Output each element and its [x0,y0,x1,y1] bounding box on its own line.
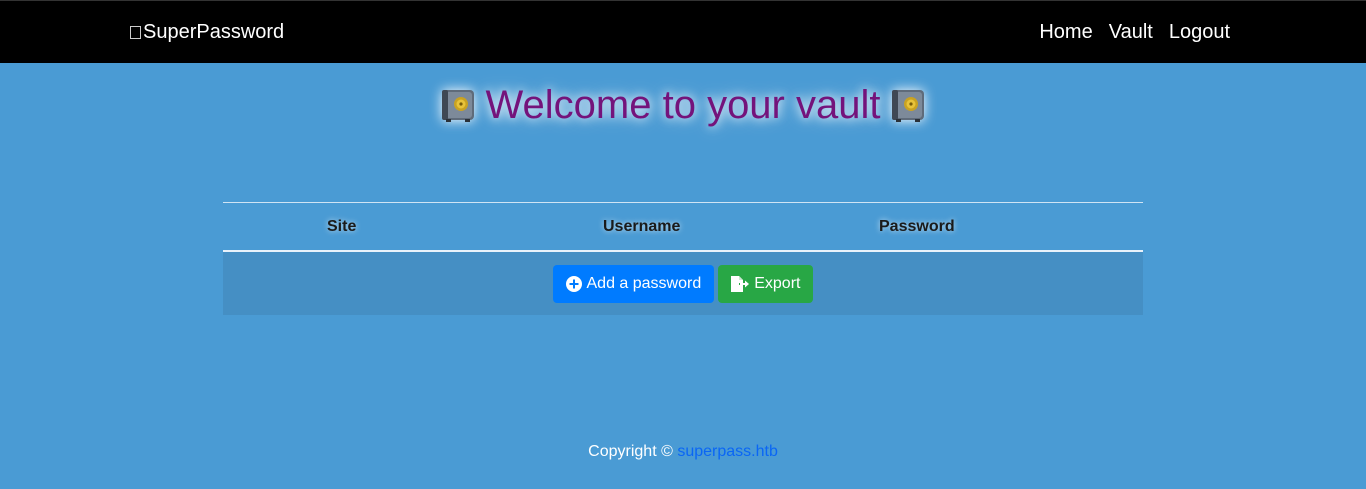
brand-link[interactable]: SuperPassword [130,20,284,44]
brand-label: SuperPassword [143,21,285,43]
nav-home[interactable]: Home [1039,20,1092,44]
table-row: Add a password Export [223,252,1143,315]
footer: Copyright © superpass.htb [0,443,1366,461]
column-header-site: Site [327,218,357,235]
missing-glyph-icon [130,25,141,39]
site-link[interactable]: superpass.htb [677,443,778,460]
export-label: Export [754,274,801,292]
add-password-label: Add a password [586,274,702,292]
table-header: Site Username Password [223,202,1143,252]
column-header-password: Password [879,218,955,235]
safe-icon [892,90,925,122]
file-export-icon [731,275,750,292]
page-title: Welcome to your vault [485,83,881,127]
column-header-username: Username [603,218,681,235]
nav-vault[interactable]: Vault [1109,20,1153,44]
vault-table: Site Username Password Add a password Ex… [223,202,1143,315]
copyright-text: Copyright © [588,443,673,460]
export-button[interactable]: Export [718,264,814,303]
add-password-button[interactable]: Add a password [552,264,715,303]
safe-icon [441,90,474,122]
plus-circle-icon [565,275,582,292]
navbar: SuperPassword Home Vault Logout [0,0,1366,63]
nav-links: Home Vault Logout [1039,20,1230,44]
page-header: Welcome to your vault [0,80,1366,130]
nav-logout[interactable]: Logout [1169,20,1230,44]
